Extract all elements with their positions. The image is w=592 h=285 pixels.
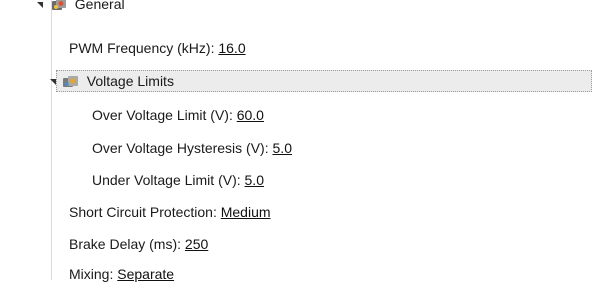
tree-item-short-circuit-protection[interactable]: Short Circuit Protection: Medium — [69, 201, 271, 223]
general-label: General — [74, 0, 125, 12]
under-voltage-limit-label: Under Voltage Limit (V): — [92, 172, 241, 188]
tree-item-mixing[interactable]: Mixing: Separate — [69, 263, 174, 285]
over-voltage-hysteresis-value[interactable]: 5.0 — [273, 140, 292, 156]
short-circuit-protection-value[interactable]: Medium — [221, 204, 271, 220]
tree-guide-line — [51, 0, 52, 280]
under-voltage-limit-value[interactable]: 5.0 — [245, 172, 264, 188]
tree-node-general[interactable]: General — [37, 0, 125, 15]
pwm-frequency-value[interactable]: 16.0 — [218, 40, 245, 56]
tree-node-voltage-limits[interactable]: Voltage Limits — [50, 70, 174, 92]
settings-tree: General PWM Frequency (kHz): 16.0 Voltag… — [0, 0, 592, 282]
brake-delay-label: Brake Delay (ms): — [69, 236, 182, 252]
short-circuit-protection-label: Short Circuit Protection: — [69, 204, 217, 220]
over-voltage-limit-label: Over Voltage Limit (V): — [92, 107, 233, 123]
over-voltage-limit-value[interactable]: 60.0 — [237, 107, 264, 123]
tree-item-brake-delay[interactable]: Brake Delay (ms): 250 — [69, 233, 208, 255]
tree-item-under-voltage-limit[interactable]: Under Voltage Limit (V): 5.0 — [92, 169, 264, 191]
brake-delay-value[interactable]: 250 — [185, 236, 208, 252]
voltage-limits-label: Voltage Limits — [86, 73, 174, 89]
pwm-frequency-label: PWM Frequency (kHz): — [69, 40, 215, 56]
gear-group-icon — [50, 0, 68, 13]
expand-arrow-icon[interactable] — [50, 79, 56, 86]
expand-arrow-icon[interactable] — [37, 2, 43, 9]
tree-item-pwm-frequency[interactable]: PWM Frequency (kHz): 16.0 — [69, 37, 246, 59]
over-voltage-hysteresis-label: Over Voltage Hysteresis (V): — [92, 140, 269, 156]
gear-group-icon — [62, 74, 80, 90]
tree-item-over-voltage-limit[interactable]: Over Voltage Limit (V): 60.0 — [92, 104, 264, 126]
tree-item-over-voltage-hysteresis[interactable]: Over Voltage Hysteresis (V): 5.0 — [92, 137, 292, 159]
